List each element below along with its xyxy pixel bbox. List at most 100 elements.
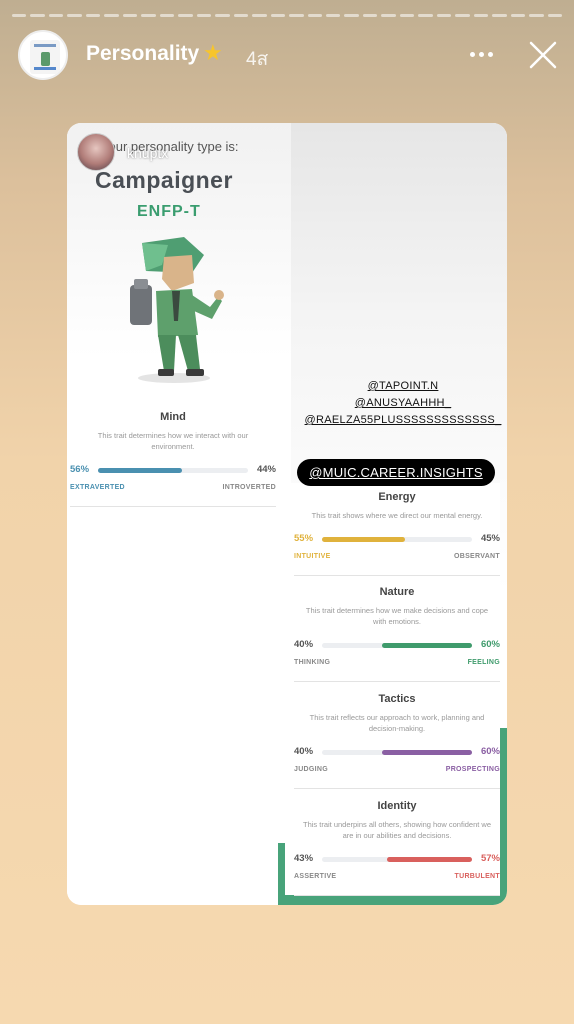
story-timestamp: 4ส: [246, 49, 269, 70]
story-segment: [252, 14, 267, 17]
trait-bar-fill: [322, 537, 405, 542]
mention-muic-career-insights[interactable]: @MUIC.CAREER.INSIGHTS: [297, 459, 495, 486]
trait-right-percent: 45%: [480, 533, 500, 544]
story-segment: [178, 14, 193, 17]
story-segment: [196, 14, 212, 17]
trait-right-label: PROSPECTING: [445, 766, 500, 773]
divider: [294, 895, 500, 896]
trait-meter: 43% 57%: [294, 853, 500, 867]
accent-strip: [278, 895, 507, 905]
story-progress-bar: [12, 14, 563, 17]
trait-name: Nature: [379, 586, 415, 598]
trait-right-percent: 44%: [256, 464, 276, 475]
story-segment: [492, 14, 507, 17]
story-segment: [473, 14, 489, 17]
story-segment: [381, 14, 396, 17]
mention-list: @TAPOINT.N @ANUSYAAHHH_ @RAELZA55PLUSSSSSS…: [303, 378, 503, 429]
profile-thumbnail-icon: [30, 40, 60, 74]
story-segment: [325, 14, 341, 17]
trait-description: This trait shows where we direct our men…: [311, 511, 483, 520]
more-options-icon[interactable]: [470, 52, 494, 58]
trait-right-percent: 60%: [480, 639, 500, 650]
trait-bar-fill: [386, 857, 472, 862]
story-segment: [362, 14, 378, 17]
story-segment: [344, 14, 359, 17]
trait-meter: 40% 60%: [294, 746, 500, 760]
story-segment: [233, 14, 249, 17]
trait-name: Tactics: [378, 693, 416, 705]
story-segment: [159, 14, 175, 17]
accent-strip: [500, 728, 507, 905]
story-segment: [67, 14, 82, 17]
story-segment: [399, 14, 415, 17]
story-image-card[interactable]: Your personality type is: knuptx Campaig…: [67, 123, 507, 905]
trait-bar-track: [322, 750, 472, 755]
trait-bar-fill: [382, 643, 472, 648]
trait-description: This trait determines how we make decisi…: [305, 606, 489, 626]
trait-description: This trait underpins all others, showing…: [302, 820, 492, 840]
story-segment: [30, 14, 45, 17]
divider: [294, 788, 500, 789]
close-icon[interactable]: [528, 40, 558, 70]
story-segment: [85, 14, 101, 17]
trait-left-label: EXTRAVERTED: [70, 484, 125, 491]
trait-left-label: THINKING: [294, 659, 331, 666]
trait-energy: Energy This trait shows where we direct …: [294, 491, 500, 576]
mention-link[interactable]: @TAPOINT.N: [303, 378, 503, 395]
trait-left-percent: 56%: [70, 464, 90, 475]
trait-nature: Nature This trait determines how we make…: [294, 586, 500, 682]
trait-bar-track: [322, 857, 472, 862]
divider: [294, 681, 500, 682]
trait-meter: 40% 60%: [294, 639, 500, 653]
trait-meter: 56% 44%: [70, 464, 276, 478]
profile-avatar[interactable]: [18, 30, 68, 80]
trait-left-percent: 43%: [294, 853, 314, 864]
story-segment: [436, 14, 452, 17]
trait-bar-track: [98, 468, 248, 473]
trait-right-label: TURBULENT: [454, 873, 500, 880]
trait-description: This trait determines how we interact wi…: [97, 431, 249, 451]
trait-bar-track: [322, 643, 472, 648]
story-segment: [270, 14, 286, 17]
trait-left-percent: 40%: [294, 746, 314, 757]
trait-name: Identity: [377, 800, 417, 812]
story-segment: [455, 14, 470, 17]
story-segment: [215, 14, 230, 17]
story-segment: [48, 14, 64, 17]
personality-type-name: Campaigner: [95, 167, 233, 193]
trait-description: This trait reflects our approach to work…: [309, 713, 485, 733]
mention-link[interactable]: @RAELZA55PLUSSSSSSSSSSSSS_: [303, 412, 503, 429]
star-icon: ★: [203, 40, 223, 65]
story-segment: [104, 14, 119, 17]
story-segment: [12, 14, 27, 17]
story-segment: [289, 14, 304, 17]
trait-right-label: OBSERVANT: [453, 553, 500, 560]
personality-type-code: ENFP-T: [137, 203, 201, 220]
story-segment: [510, 14, 526, 17]
trait-right-label: INTROVERTED: [222, 484, 276, 491]
trait-left-label: ASSERTIVE: [294, 873, 337, 880]
trait-right-percent: 57%: [480, 853, 500, 864]
trait-bar-fill: [98, 468, 182, 473]
story-title[interactable]: Personality: [86, 42, 199, 66]
trait-name: Mind: [160, 411, 186, 423]
tagged-user-avatar: [77, 133, 115, 171]
trait-bar-fill: [382, 750, 472, 755]
trait-mind: Mind This trait determines how we intera…: [70, 411, 276, 507]
trait-left-label: JUDGING: [294, 766, 328, 773]
mention-link[interactable]: @ANUSYAAHHH_: [303, 395, 503, 412]
divider: [294, 575, 500, 576]
trait-left-percent: 40%: [294, 639, 314, 650]
trait-bar-track: [322, 537, 472, 542]
divider: [70, 506, 276, 507]
story-segment: [547, 14, 563, 17]
campaigner-mascot-icon: [130, 237, 224, 383]
personality-type-label: Your personality type is:: [101, 139, 239, 154]
story-segment: [529, 14, 544, 17]
trait-left-label: INTUITIVE: [294, 553, 331, 560]
trait-tactics: Tactics This trait reflects our approach…: [294, 693, 500, 789]
trait-name: Energy: [378, 491, 416, 503]
trait-left-percent: 55%: [294, 533, 314, 544]
trait-meter: 55% 45%: [294, 533, 500, 547]
tagged-username: knuptx: [127, 145, 169, 161]
